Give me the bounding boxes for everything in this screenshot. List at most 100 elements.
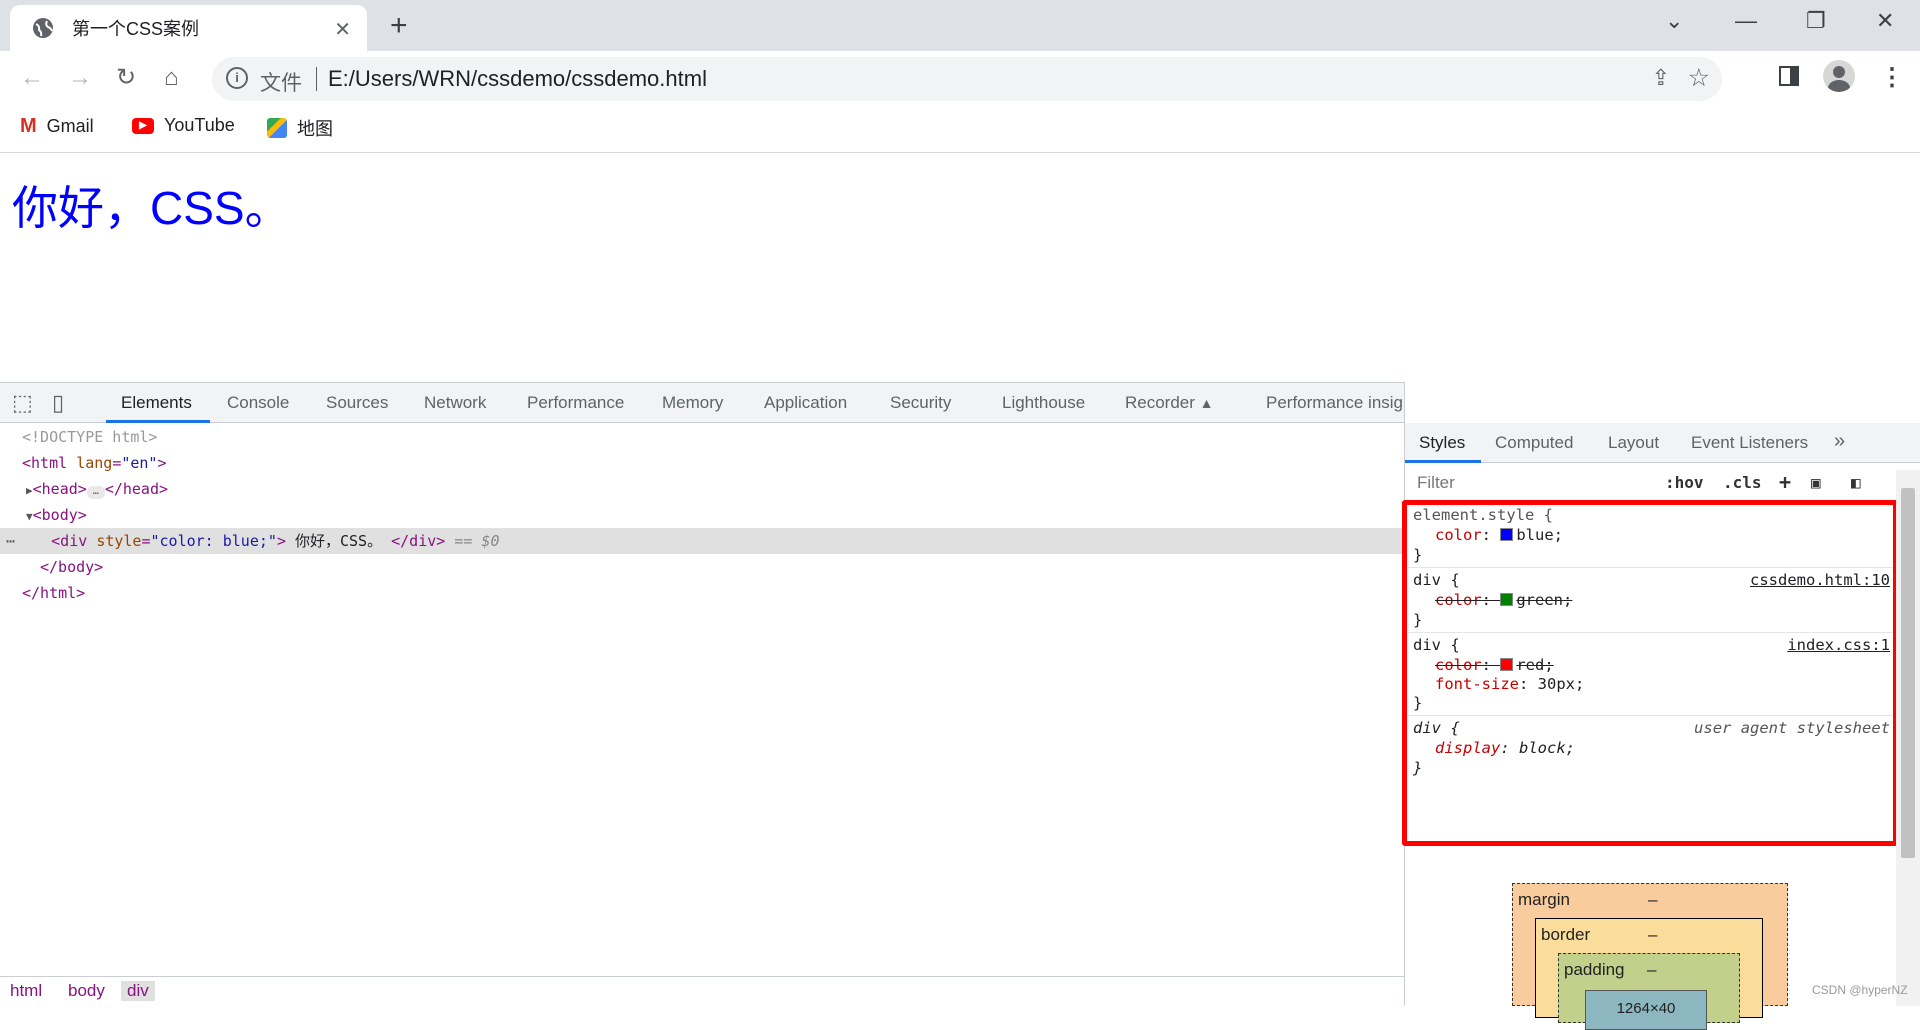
margin-value[interactable]: – bbox=[1648, 890, 1657, 910]
margin-label: margin bbox=[1518, 890, 1570, 909]
bookmark-label: Gmail bbox=[46, 116, 94, 136]
forward-arrow-icon[interactable]: → bbox=[68, 63, 92, 93]
styles-filter-bar: Filter :hov .cls + ▣ ◧ bbox=[1405, 463, 1920, 503]
dom-body-close[interactable]: </body> bbox=[40, 554, 103, 580]
paint-roller-icon[interactable]: ▣ bbox=[1811, 473, 1821, 492]
breadcrumb-div[interactable]: div bbox=[121, 981, 155, 1001]
page-viewport: 你好，CSS。 bbox=[0, 154, 1920, 382]
styles-tabbar: Styles Computed Layout Event Listeners » bbox=[1405, 423, 1920, 463]
div-text-content: 你好，CSS。 bbox=[295, 532, 383, 550]
scrollbar-thumb[interactable] bbox=[1901, 488, 1915, 858]
tab-performance[interactable]: Performance bbox=[527, 393, 624, 413]
breadcrumb-html[interactable]: html bbox=[10, 981, 42, 1001]
bookmark-label: YouTube bbox=[164, 115, 235, 135]
padding-label: padding bbox=[1564, 960, 1625, 979]
gmail-icon: M bbox=[20, 115, 37, 137]
collapse-arrow-icon[interactable]: ▼ bbox=[26, 510, 33, 523]
device-toolbar-icon[interactable]: ▯ bbox=[52, 390, 64, 416]
maps-icon bbox=[267, 118, 287, 138]
box-model-padding: padding – 1264×40 bbox=[1558, 953, 1740, 1030]
back-arrow-icon[interactable]: ← bbox=[20, 63, 44, 93]
styles-filter-input[interactable]: Filter bbox=[1417, 473, 1455, 493]
dom-breadcrumb: html body div bbox=[0, 976, 1404, 1006]
tab-computed[interactable]: Computed bbox=[1495, 433, 1573, 453]
close-window-button[interactable]: ✕ bbox=[1876, 8, 1894, 34]
styles-scrollbar[interactable] bbox=[1896, 470, 1920, 1006]
bookmark-youtube[interactable]: ▶ YouTube bbox=[132, 115, 235, 136]
inspect-element-icon[interactable]: ⬚ bbox=[12, 390, 33, 416]
restore-button[interactable]: ❐ bbox=[1806, 8, 1826, 34]
dom-body-node[interactable]: ▼<body> bbox=[26, 502, 87, 528]
page-hello-text: 你好，CSS。 bbox=[12, 182, 291, 234]
tab-strip: 第一个CSS案例 ✕ + ⌄ — ❐ ✕ bbox=[0, 0, 1920, 51]
browser-tab[interactable]: 第一个CSS案例 ✕ bbox=[10, 5, 367, 51]
url-text[interactable]: E:/Users/WRN/cssdemo/cssdemo.html bbox=[328, 66, 707, 92]
bookmark-gmail[interactable]: M Gmail bbox=[20, 115, 94, 138]
tab-application[interactable]: Application bbox=[764, 393, 847, 413]
share-icon[interactable]: ⇪ bbox=[1652, 65, 1670, 91]
reload-icon[interactable]: ↻ bbox=[116, 63, 136, 93]
new-rule-icon[interactable]: + bbox=[1779, 470, 1791, 494]
tab-search-icon[interactable]: ⌄ bbox=[1665, 8, 1683, 34]
body-close-tag: </body> bbox=[40, 558, 104, 576]
profile-avatar[interactable] bbox=[1823, 60, 1855, 92]
border-label: border bbox=[1541, 925, 1591, 944]
tab-performance-insights-label: Performance insights bbox=[1266, 393, 1426, 412]
tab-layout[interactable]: Layout bbox=[1608, 433, 1659, 453]
tab-title: 第一个CSS案例 bbox=[72, 19, 200, 39]
tab-recorder-label: Recorder bbox=[1125, 393, 1195, 412]
bookmark-maps[interactable]: 地图 bbox=[267, 115, 333, 141]
html-attr-name: lang bbox=[76, 454, 113, 472]
tab-close-icon[interactable]: ✕ bbox=[334, 17, 351, 42]
box-model-margin: margin – border – padding – 1264×40 bbox=[1512, 883, 1788, 1030]
watermark-text: CSDN @hyperNZ bbox=[1812, 983, 1908, 997]
flask-icon: ▲ bbox=[1199, 395, 1214, 411]
box-model-content[interactable]: 1264×40 bbox=[1585, 990, 1707, 1030]
dom-html-close[interactable]: </html> bbox=[22, 580, 85, 606]
more-tabs-icon[interactable]: » bbox=[1834, 430, 1845, 453]
dom-head-node[interactable]: ▶<head>… </head> bbox=[26, 476, 168, 502]
box-model-border: border – padding – 1264×40 bbox=[1535, 918, 1763, 1030]
div-attr-name: style bbox=[96, 532, 142, 550]
url-separator bbox=[316, 67, 317, 91]
breadcrumb-body[interactable]: body bbox=[68, 981, 105, 1001]
dom-doctype[interactable]: <!DOCTYPE html> bbox=[22, 424, 157, 450]
side-panel-icon[interactable] bbox=[1779, 66, 1799, 86]
minimize-button[interactable]: — bbox=[1735, 8, 1757, 34]
bookmark-star-icon[interactable]: ☆ bbox=[1688, 63, 1710, 93]
tab-lighthouse[interactable]: Lighthouse bbox=[1002, 393, 1085, 413]
new-tab-button[interactable]: + bbox=[390, 9, 408, 43]
youtube-icon: ▶ bbox=[132, 117, 154, 134]
tab-console[interactable]: Console bbox=[227, 393, 289, 413]
tab-recorder[interactable]: Recorder ▲ bbox=[1125, 393, 1214, 413]
class-toggle-button[interactable]: .cls bbox=[1723, 473, 1762, 492]
info-icon[interactable]: i bbox=[226, 67, 248, 89]
div-close-tag: </div> bbox=[391, 532, 446, 550]
padding-value[interactable]: – bbox=[1647, 960, 1656, 980]
tab-sources[interactable]: Sources bbox=[326, 393, 388, 413]
hover-state-button[interactable]: :hov bbox=[1665, 473, 1704, 492]
expand-arrow-icon[interactable]: ▶ bbox=[26, 484, 33, 497]
toggle-sidebar-icon[interactable]: ◧ bbox=[1851, 473, 1861, 492]
tab-elements[interactable]: Elements bbox=[121, 393, 192, 413]
more-dots-icon[interactable]: ⋯ bbox=[6, 532, 15, 550]
dom-html-node[interactable]: <html lang="en"> bbox=[22, 450, 167, 476]
tab-styles[interactable]: Styles bbox=[1419, 433, 1465, 453]
elements-tree: <!DOCTYPE html> <html lang="en"> ▶<head>… bbox=[0, 423, 1404, 983]
border-value[interactable]: – bbox=[1648, 925, 1657, 945]
home-icon[interactable]: ⌂ bbox=[164, 63, 179, 93]
tab-event-listeners[interactable]: Event Listeners bbox=[1691, 433, 1808, 453]
div-open-tag: <div bbox=[51, 532, 88, 550]
globe-icon bbox=[33, 18, 53, 38]
address-bar[interactable]: i 文件 E:/Users/WRN/cssdemo/cssdemo.html ⇪… bbox=[212, 57, 1722, 101]
selected-marker: == $0 bbox=[454, 532, 500, 550]
ellipsis-icon[interactable]: … bbox=[86, 486, 105, 499]
browser-menu-icon[interactable]: ⋮ bbox=[1880, 63, 1904, 92]
tab-memory[interactable]: Memory bbox=[662, 393, 723, 413]
body-open-tag: <body> bbox=[32, 506, 87, 524]
tab-network[interactable]: Network bbox=[424, 393, 486, 413]
bookmarks-bar: M Gmail ▶ YouTube 地图 bbox=[0, 105, 1920, 153]
dom-div-node[interactable]: ⋯ <div style="color: blue;"> 你好，CSS。 </d… bbox=[6, 528, 500, 554]
tab-security[interactable]: Security bbox=[890, 393, 951, 413]
div-attr-value: "color: blue;" bbox=[150, 532, 277, 550]
